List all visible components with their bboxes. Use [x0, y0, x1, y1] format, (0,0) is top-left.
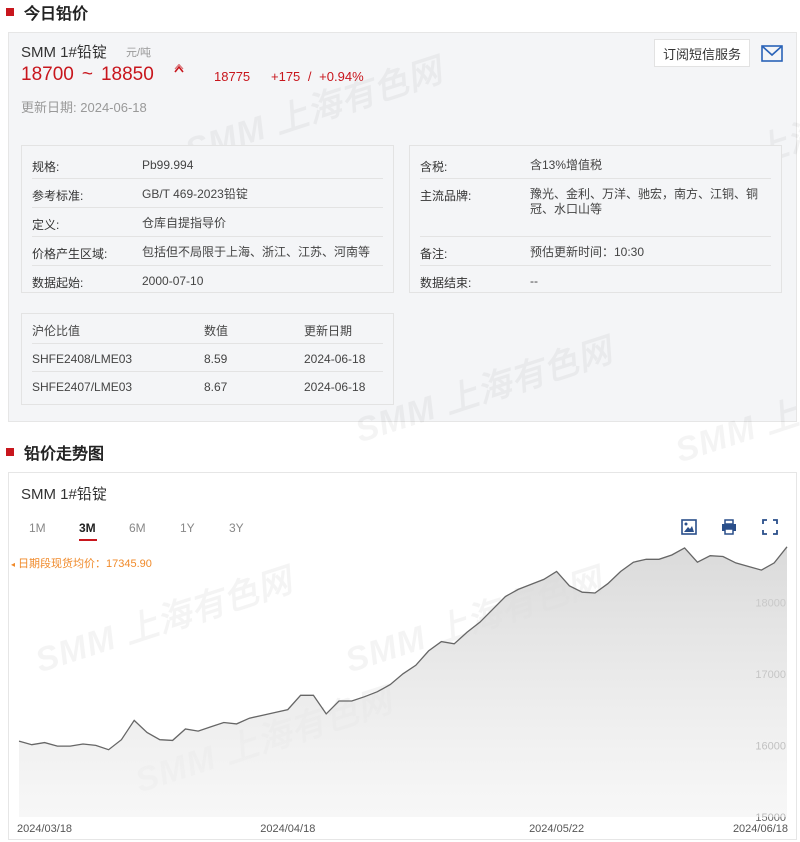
price-average: 18775: [214, 69, 251, 84]
x-tick-label: 2024/06/18: [733, 823, 788, 835]
spec-table-right: 含税: 含13%增值税主流品牌: 豫光、金利、万洋、驰宏，南方、江铜、铜冠、水口山等…: [409, 145, 782, 293]
spec-value: 豫光、金利、万洋、驰宏，南方、江铜、铜冠、水口山等: [530, 187, 759, 216]
spec-key: 价格产生区域:: [32, 247, 108, 261]
table-row: SHFE2408/LME03 8.59 2024-06-18: [32, 344, 383, 372]
spec-row: 数据结束: --: [420, 266, 771, 295]
price-change: +175 / +0.94%: [271, 69, 364, 84]
spec-value: 预估更新时间：10:30: [530, 245, 645, 259]
spec-value: 含13%增值税: [530, 158, 603, 172]
section-title: 铅价走势图: [24, 446, 105, 463]
series-area: [19, 546, 787, 817]
x-tick-label: 2024/05/22: [529, 823, 584, 835]
spec-row: 价格产生区域: 包括但不局限于上海、浙江、江苏、河南等: [32, 237, 383, 266]
spec-key: 含税:: [420, 160, 448, 174]
spec-key: 参考标准:: [32, 189, 84, 203]
section-header-today-price: 今日铅价: [0, 0, 88, 24]
section-header-trend: 铅价走势图: [0, 440, 104, 464]
spec-table-left: 规格: Pb99.994 参考标准: GB/T 469-2023铅锭定义: 仓库自提指导…: [21, 145, 394, 293]
price-high: 18850: [100, 64, 154, 85]
table-cell: 2024-06-18: [304, 352, 366, 366]
spec-key: 数据起始:: [32, 276, 84, 290]
update-date-value: 2024-06-18: [80, 100, 147, 115]
section-marker: [6, 8, 14, 16]
table-cell: 8.59: [204, 352, 228, 366]
table-header-cell: 更新日期: [304, 324, 353, 338]
spec-row: 定义: 仓库自提指导价: [32, 208, 383, 237]
spec-row: 规格: Pb99.994: [32, 150, 383, 179]
spec-key: 主流品牌:: [420, 189, 472, 203]
section-marker: [6, 448, 14, 456]
spec-row: 数据起始: 2000-07-10: [32, 266, 383, 295]
spec-key: 数据结束:: [420, 276, 472, 290]
x-tick-label: 2024/03/18: [17, 823, 72, 835]
price-tilde: ~: [81, 64, 93, 85]
update-date: 更新日期: 2024-06-18: [21, 97, 147, 116]
price-change-sep: /: [307, 69, 312, 84]
spec-row: 参考标准: GB/T 469-2023铅锭: [32, 179, 383, 208]
spec-value: GB/T 469-2023铅锭: [142, 187, 248, 201]
spec-value: 仓库自提指导价: [142, 216, 227, 230]
table-cell: 2024-06-18: [304, 380, 366, 394]
spec-row: 备注: 预估更新时间：10:30: [420, 237, 771, 266]
spec-value: --: [530, 274, 538, 288]
table-cell: SHFE2407/LME03: [32, 380, 133, 394]
table-header-cell: 沪伦比值: [32, 324, 81, 338]
chevron-up-icon: [173, 63, 185, 77]
table-cell: 8.67: [204, 380, 228, 394]
mail-icon[interactable]: [761, 45, 783, 62]
spec-row: 主流品牌: 豫光、金利、万洋、驰宏，南方、江铜、铜冠、水口山等: [420, 179, 771, 237]
price-panel: SMM 上海有色网 SMM 上海有色网 SMM 上海有色网 SMM 上海有色网 …: [8, 32, 800, 470]
chart-card: SMM 1#铅锭 1M3M6M1Y3Y ◂日期段现货均价：17345.90 SM…: [8, 472, 797, 840]
spec-key: 定义:: [32, 218, 60, 232]
price-range: 18700 ~18850: [21, 64, 154, 86]
price-change-pct: +0.94%: [319, 69, 364, 84]
price-change-abs: +175: [271, 69, 301, 84]
subscribe-sms-button[interactable]: 订阅短信服务: [654, 39, 750, 67]
spec-value: Pb99.994: [142, 158, 194, 172]
ratio-table: 沪伦比值 数值 更新日期 SHFE2408/LME03 8.59 2024-06-18 SH…: [21, 313, 394, 405]
table-header-row: 沪伦比值 数值 更新日期: [32, 316, 383, 344]
product-unit: 元/吨: [126, 47, 152, 59]
x-tick-label: 2024/04/18: [260, 823, 315, 835]
product-name: SMM 1#铅锭: [21, 44, 107, 61]
watermark: SMM 上海有色网: [668, 343, 800, 472]
update-date-label: 更新日期:: [21, 100, 77, 115]
price-trend-chart[interactable]: 150001600017000180002024/03/182024/04/18…: [9, 473, 796, 839]
table-row: SHFE2407/LME03 8.67 2024-06-18: [32, 372, 383, 400]
section-title: 今日铅价: [24, 6, 89, 23]
spec-key: 备注:: [420, 247, 448, 261]
price-low: 18700: [21, 64, 74, 85]
spec-value: 包括但不局限于上海、浙江、江苏、河南等: [142, 245, 371, 259]
spec-row: 含税: 含13%增值税: [420, 150, 771, 179]
table-cell: SHFE2408/LME03: [32, 352, 133, 366]
table-header-cell: 数值: [204, 324, 229, 338]
spec-value: 2000-07-10: [142, 274, 204, 288]
spec-key: 规格:: [32, 160, 60, 174]
